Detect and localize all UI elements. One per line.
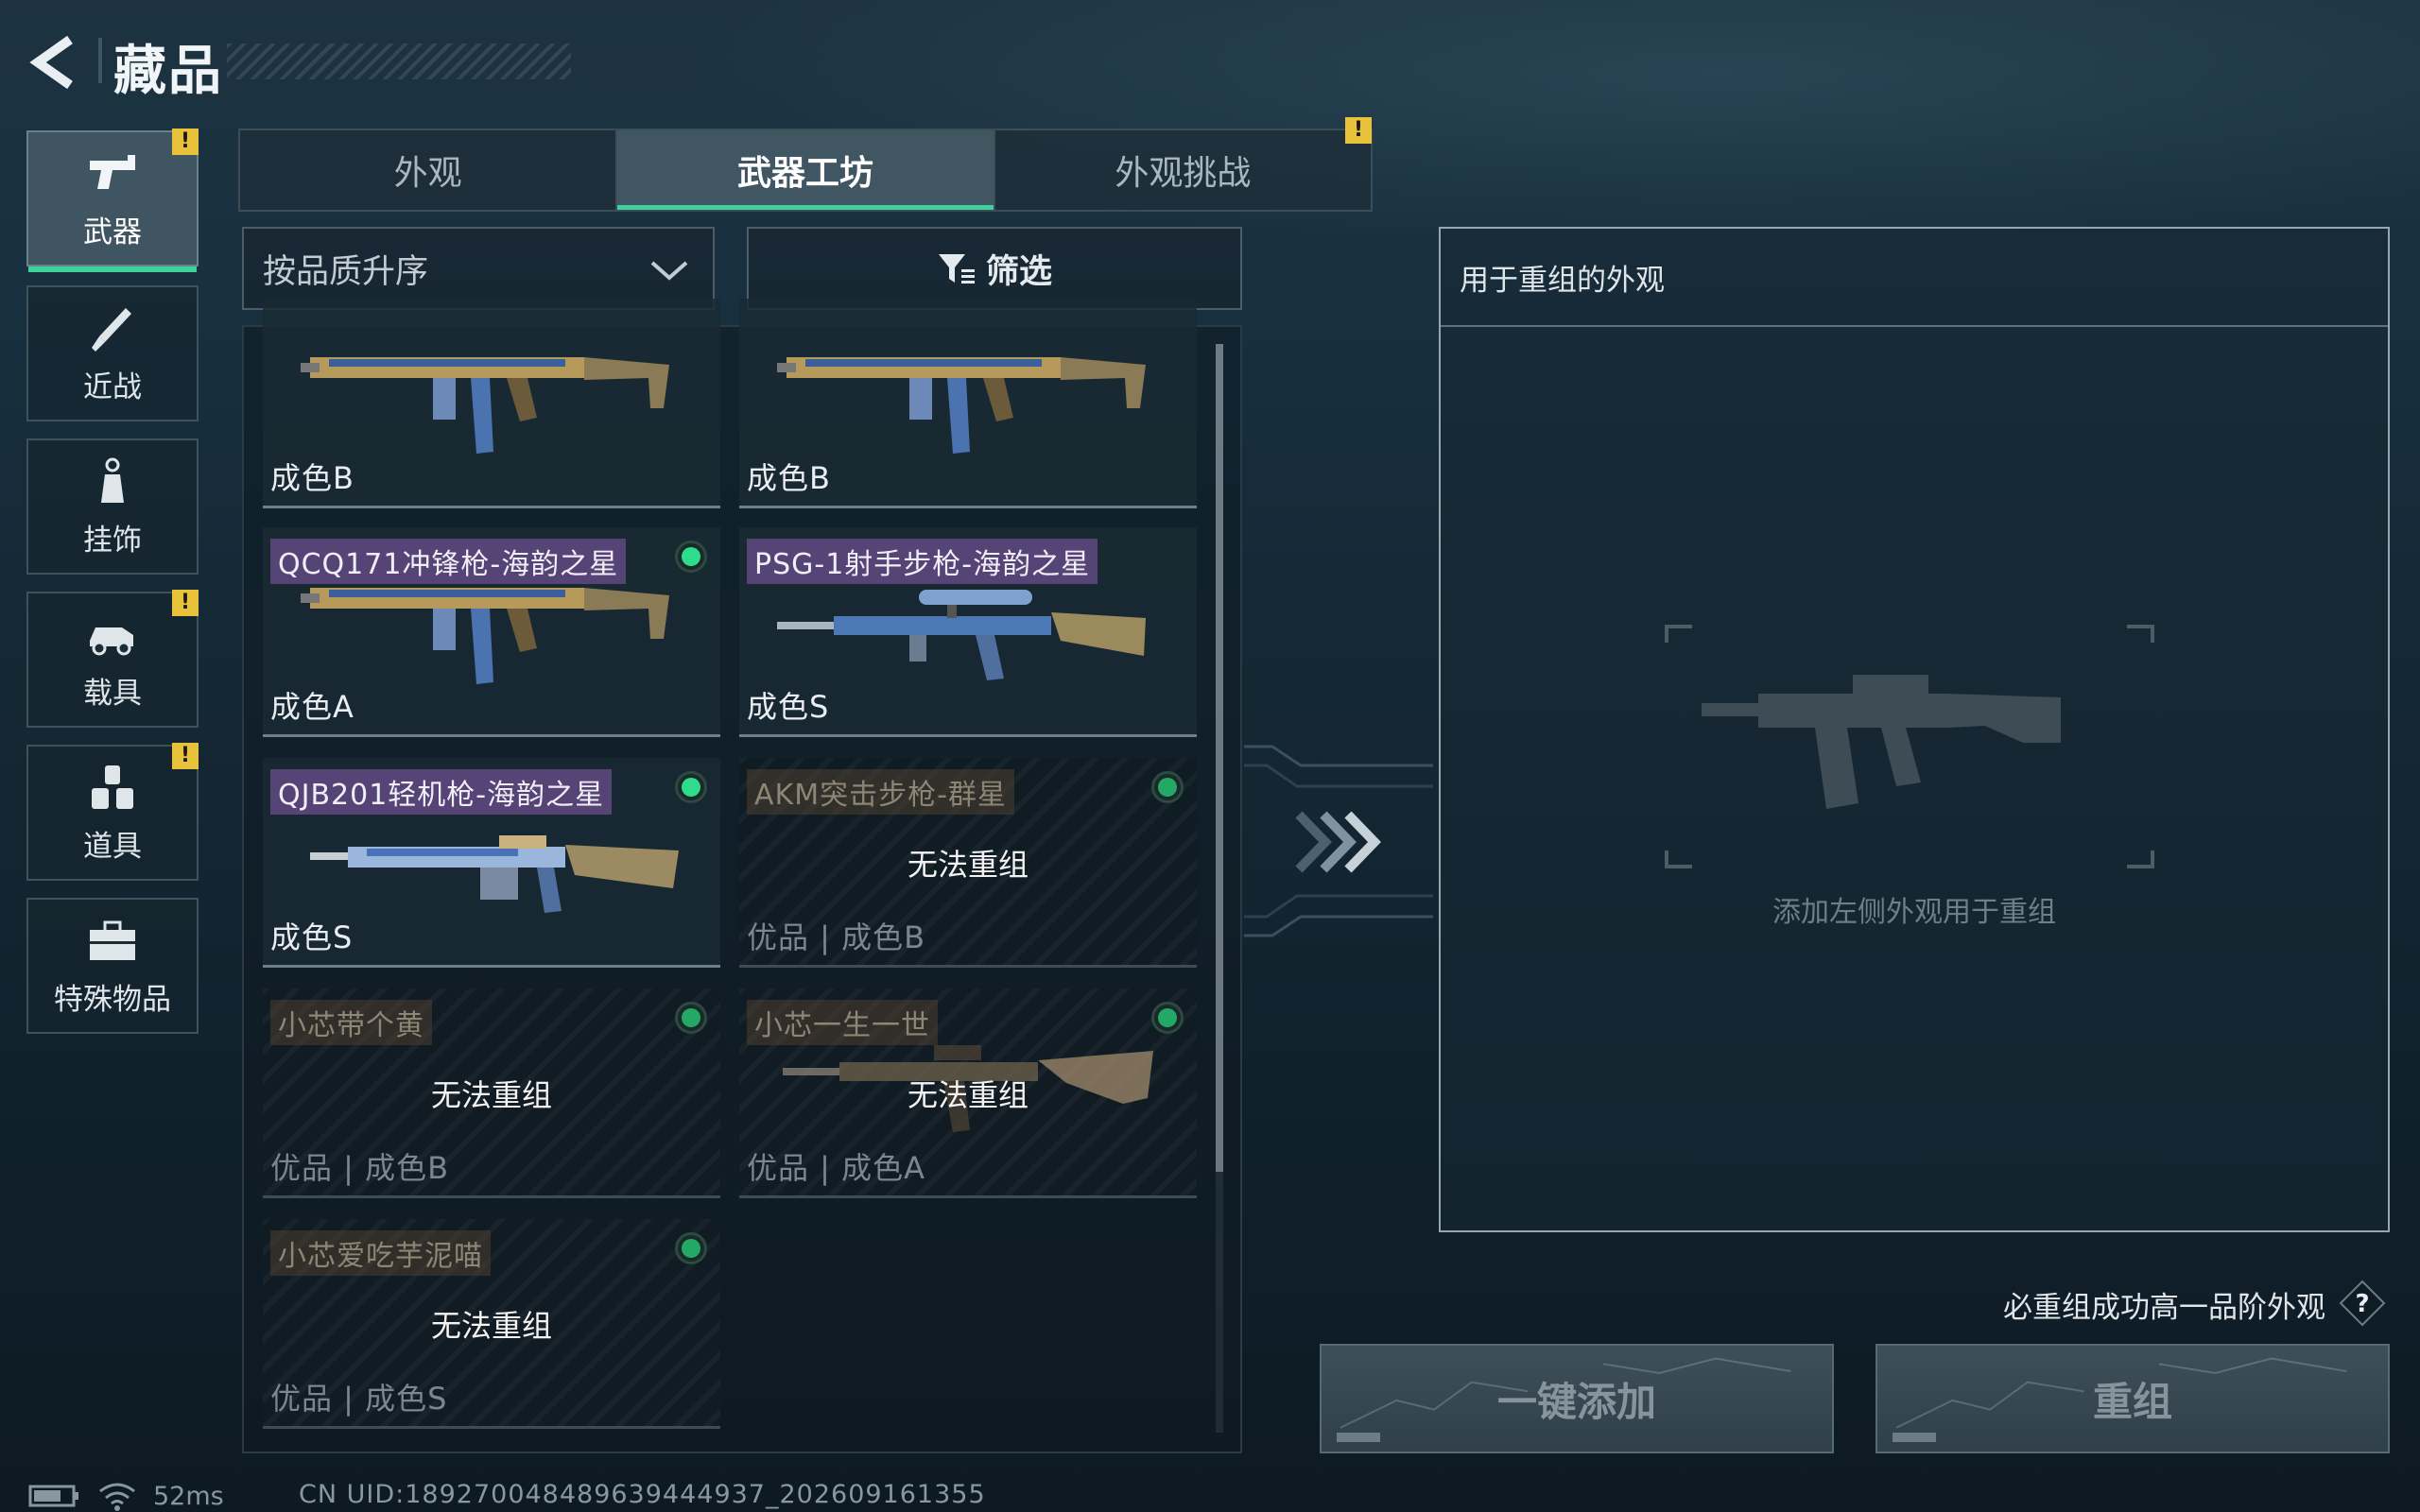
warning-badge: ! (1345, 117, 1372, 144)
card-name: QJB201轻机枪-海韵之星 (270, 769, 613, 815)
chevron-down-icon (650, 261, 688, 281)
battery-icon (28, 1485, 78, 1507)
card-grade: 成色B (270, 460, 354, 496)
skin-card[interactable]: 成色B (739, 299, 1197, 508)
selectable-indicator (1151, 771, 1184, 803)
cannot-recombine-label: 无法重组 (907, 847, 1028, 883)
selectable-indicator (675, 1232, 707, 1264)
skin-card-locked[interactable]: 小芯带个黄 无法重组 优品 | 成色B (263, 988, 720, 1198)
category-label: 道具 (83, 829, 142, 864)
recombine-label: 重组 (2092, 1378, 2172, 1425)
skin-card-locked[interactable]: 小芯爱吃芋泥喵 无法重组 优品 | 成色S (263, 1219, 720, 1429)
warning-badge: ! (172, 743, 199, 769)
warning-badge: ! (172, 590, 199, 616)
tab-weapon-workshop[interactable]: 武器工坊 (617, 130, 995, 210)
tab-bar: 外观 武器工坊 外观挑战 (238, 129, 1373, 212)
pistol-icon (90, 154, 135, 189)
category-label: 载具 (83, 676, 142, 711)
card-name: 小芯一生一世 (747, 1000, 938, 1045)
help-icon[interactable]: ? (2339, 1280, 2386, 1327)
grenades-icon (92, 765, 133, 809)
recombine-button[interactable]: 重组 (1876, 1344, 2390, 1453)
category-label: 挂饰 (83, 523, 142, 558)
warning-badge: ! (172, 129, 199, 155)
category-vehicles[interactable]: 载具 ! (26, 590, 199, 728)
filter-label: 筛选 (985, 252, 1052, 291)
category-special[interactable]: 特殊物品 (26, 898, 199, 1034)
empty-slot-rifle-icon[interactable] (1664, 624, 2155, 869)
header-divider (98, 38, 102, 83)
card-name: 小芯爱吃芋泥喵 (270, 1230, 491, 1276)
sort-label: 按品质升序 (263, 252, 429, 291)
knife-icon (92, 307, 131, 352)
wifi-icon (99, 1483, 135, 1511)
skin-card[interactable]: QCQ171冲锋枪-海韵之星 成色A (263, 527, 720, 737)
uid-text: CN UID:18927004848963944493​7_2026091613… (299, 1480, 986, 1509)
filter-button[interactable]: 筛选 (747, 227, 1242, 310)
transfer-arrows-icon (1295, 811, 1381, 873)
selectable-indicator (1151, 1002, 1184, 1034)
selectable-indicator (675, 1002, 707, 1034)
card-grade: 成色A (270, 689, 354, 725)
recombine-panel-title: 用于重组的外观 (1441, 229, 2388, 327)
svg-text:?: ? (2355, 1290, 2369, 1318)
lmg-image (310, 835, 679, 913)
cannot-recombine-label: 无法重组 (430, 1308, 552, 1344)
back-arrow-icon[interactable] (26, 34, 85, 91)
skin-card-locked[interactable]: AKM突击步枪-群星 无法重组 优品 | 成色B (739, 758, 1197, 968)
skin-card[interactable]: PSG-1射手步枪-海韵之星 成色S (739, 527, 1197, 737)
skin-card[interactable]: 成色B (263, 299, 720, 508)
category-melee[interactable]: 近战 (26, 285, 199, 421)
button-decoration (1893, 1433, 1936, 1442)
category-label: 武器 (83, 215, 142, 249)
selectable-indicator (675, 771, 707, 803)
smg-image (777, 357, 1146, 454)
card-grade: 成色S (270, 919, 354, 955)
car-icon (90, 627, 133, 655)
header-hatch-decoration (227, 43, 571, 79)
category-charms[interactable]: 挂饰 (26, 438, 199, 575)
category-label: 特殊物品 (54, 982, 171, 1017)
category-label: 近战 (83, 369, 142, 404)
empty-slot-hint: 添加左侧外观用于重组 (1772, 896, 2056, 929)
card-grade: 优品 | 成色S (270, 1381, 448, 1417)
status-bar: 52ms (28, 1480, 224, 1512)
sort-dropdown[interactable]: 按品质升序 (242, 227, 715, 310)
cannot-recombine-label: 无法重组 (430, 1077, 552, 1113)
scrollbar-thumb[interactable] (1216, 344, 1223, 1172)
cannot-recombine-label: 无法重组 (907, 1077, 1028, 1113)
ping-text: 52ms (153, 1481, 224, 1511)
card-grade: 优品 | 成色A (747, 1150, 926, 1186)
smg-image (301, 357, 669, 454)
charm-icon (101, 457, 124, 503)
tab-appearance-challenge[interactable]: 外观挑战 (995, 130, 1371, 210)
category-weapons[interactable]: 武器 ! (26, 129, 199, 272)
card-grade: 成色S (747, 689, 830, 725)
button-decoration (1337, 1433, 1380, 1442)
toolbox-icon (90, 920, 135, 960)
card-grade: 优品 | 成色B (747, 919, 926, 955)
add-all-label: 一键添加 (1496, 1378, 1656, 1425)
selectable-indicator (675, 541, 707, 573)
active-indicator (28, 266, 197, 272)
smg-image (301, 588, 669, 684)
skin-card-locked[interactable]: 小芯一生一世 无法重组 优品 | 成色A (739, 988, 1197, 1198)
filter-icon (938, 254, 975, 284)
skin-card[interactable]: QJB201轻机枪-海韵之星 成色S (263, 758, 720, 968)
add-all-button[interactable]: 一键添加 (1320, 1344, 1834, 1453)
category-items[interactable]: 道具 ! (26, 743, 199, 881)
card-name: PSG-1射手步枪-海韵之星 (747, 539, 1098, 584)
card-name: AKM突击步枪-群星 (747, 769, 1014, 815)
card-grade: 优品 | 成色B (270, 1150, 450, 1186)
recombine-notice: 必重组成功高一品阶外观 (2003, 1291, 2325, 1325)
card-grade: 成色B (747, 460, 831, 496)
tab-appearance[interactable]: 外观 (240, 130, 618, 210)
card-name: 小芯带个黄 (270, 1000, 432, 1045)
page-title: 藏品 (113, 41, 223, 102)
sniper-image (777, 590, 1146, 680)
